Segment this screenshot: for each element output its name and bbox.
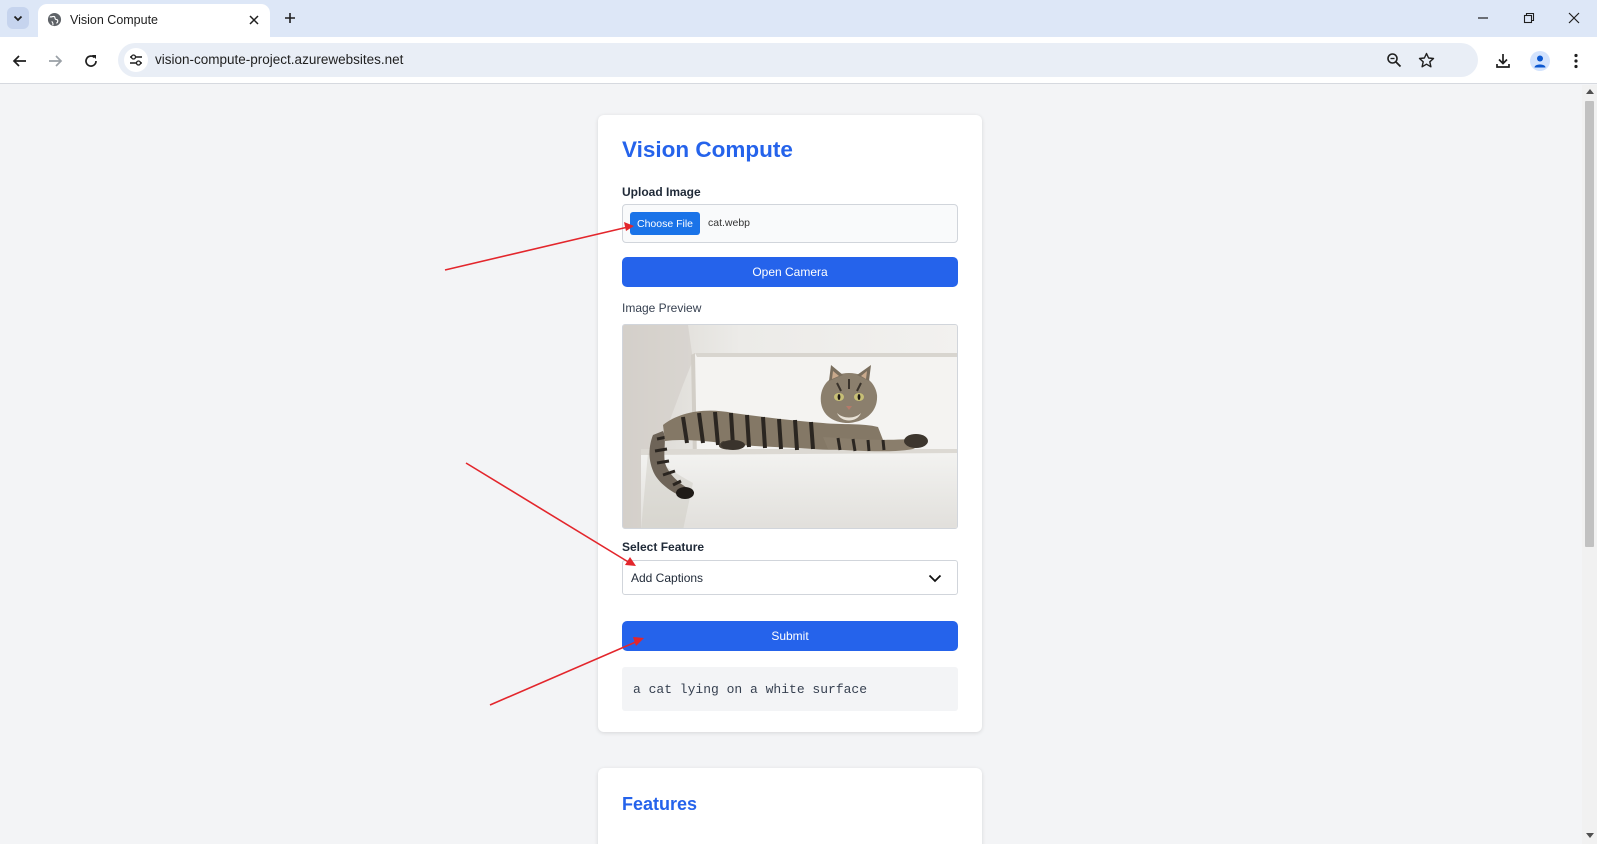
active-tab[interactable]: Vision Compute [38,4,270,37]
tab-close-button[interactable] [244,10,264,30]
vision-compute-card: Vision Compute Upload Image Choose File … [598,115,982,732]
open-camera-button[interactable]: Open Camera [622,257,958,287]
restore-button[interactable] [1517,6,1541,30]
page-title: Vision Compute [622,137,793,162]
upload-label: Upload Image [622,185,701,199]
browser-toolbar: vision-compute-project.azurewebsites.net [0,37,1597,84]
result-text: a cat lying on a white surface [633,682,868,697]
choose-file-button[interactable]: Choose File [630,212,700,235]
profile-button[interactable] [1527,48,1553,74]
plus-icon [285,13,295,23]
address-bar[interactable]: vision-compute-project.azurewebsites.net [118,43,1478,77]
url-text: vision-compute-project.azurewebsites.net [155,52,404,67]
downloads-button[interactable] [1490,48,1516,74]
arrow-right-icon [49,55,63,67]
download-icon [1496,54,1510,68]
features-title: Features [622,794,698,814]
tab-strip: Vision Compute [0,0,1597,37]
feature-select[interactable]: Add Captions [622,560,958,595]
submit-button[interactable]: Submit [622,621,958,651]
triangle-up-icon [1585,89,1594,94]
close-window-button[interactable] [1562,6,1586,30]
select-feature-label: Select Feature [622,540,705,554]
star-icon [1418,52,1434,67]
browser-chrome: Vision Compute vision-compute-project.az… [0,0,1597,84]
triangle-down-icon [1585,833,1594,838]
features-card: Features [598,768,982,844]
more-vert-icon [1574,53,1578,69]
close-icon [1568,12,1580,24]
minimize-icon [1478,17,1488,19]
browser-menu-button[interactable] [1563,48,1589,74]
tune-icon [130,54,142,66]
cat-photo [623,325,957,528]
restore-icon [1523,12,1535,24]
globe-icon [47,12,62,27]
chevron-down-icon [13,15,23,22]
site-settings-button[interactable] [124,48,148,72]
tab-search-button[interactable] [7,7,29,29]
image-preview [622,324,958,529]
minimize-button[interactable] [1471,6,1495,30]
zoom-button[interactable] [1382,48,1406,72]
chevron-down-icon [928,574,942,583]
back-button[interactable] [7,48,33,74]
reload-icon [85,55,97,67]
bookmark-button[interactable] [1414,48,1438,72]
scroll-down-button[interactable] [1582,833,1597,843]
scroll-up-button[interactable] [1582,88,1597,98]
zoom-icon [1387,53,1402,68]
page-viewport: Vision Compute Upload Image Choose File … [0,85,1582,844]
new-tab-button[interactable] [279,7,301,29]
selected-feature: Add Captions [631,571,704,585]
scrollbar-thumb[interactable] [1585,101,1594,547]
reload-button[interactable] [78,48,104,74]
result-box: a cat lying on a white surface [622,667,958,711]
person-icon [1534,55,1546,68]
forward-button[interactable] [42,48,68,74]
avatar [1530,51,1550,71]
page-scrollbar[interactable] [1582,85,1597,844]
preview-label: Image Preview [622,301,702,315]
file-input[interactable]: Choose File cat.webp [622,204,958,243]
arrow-left-icon [12,55,26,67]
file-name: cat.webp [708,217,751,229]
close-icon [249,15,259,25]
tab-title: Vision Compute [70,13,159,27]
